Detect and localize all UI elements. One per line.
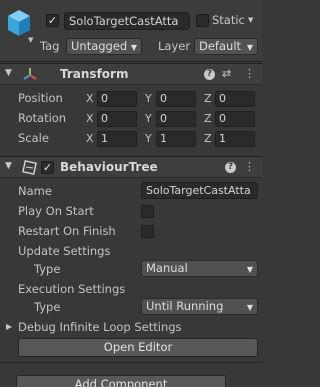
axis-y-label: Y — [145, 92, 152, 105]
help-icon[interactable]: ? — [204, 69, 215, 80]
foldout-arrow-icon[interactable]: ▼ — [5, 68, 12, 78]
axis-y-label: Y — [145, 132, 152, 145]
play-on-start-checkbox[interactable] — [141, 205, 154, 218]
help-icon[interactable]: ? — [225, 162, 236, 173]
script-icon — [22, 160, 37, 175]
more-options-icon[interactable]: ⋮ — [244, 67, 255, 80]
foldout-arrow-icon[interactable]: ▼ — [5, 161, 12, 171]
position-label: Position — [18, 91, 63, 105]
axis-y-label: Y — [145, 112, 152, 125]
axis-x-label: X — [86, 92, 94, 105]
execution-type-label: Type — [34, 300, 61, 314]
tag-label: Tag — [40, 39, 60, 53]
axis-z-label: Z — [204, 92, 212, 105]
behaviour-tree-enabled-checkbox[interactable]: ✓ — [41, 161, 54, 174]
chevron-down-icon: ▼ — [246, 303, 253, 312]
axis-z-label: Z — [204, 112, 212, 125]
layer-value: Default — [199, 39, 242, 53]
static-dropdown-caret-icon[interactable]: ▼ — [248, 16, 253, 24]
scale-z-field[interactable]: 1 — [215, 131, 255, 147]
static-label: Static — [212, 13, 245, 27]
update-settings-label: Update Settings — [18, 244, 111, 258]
restart-on-finish-checkbox[interactable] — [141, 225, 154, 238]
position-x-field[interactable]: 0 — [97, 91, 137, 107]
behaviour-tree-header[interactable]: ▼ ✓ BehaviourTree ? ⋮ — [0, 156, 262, 178]
scale-x-field[interactable]: 1 — [97, 131, 137, 147]
rotation-z-field[interactable]: 0 — [215, 111, 255, 127]
debug-foldout-arrow-icon[interactable]: ▶ — [6, 322, 12, 331]
update-type-value: Manual — [146, 261, 188, 275]
behaviour-tree-title: BehaviourTree — [60, 160, 158, 174]
active-checkbox[interactable]: ✓ — [46, 14, 59, 27]
tag-value: Untagged — [71, 39, 128, 53]
debug-infinite-loop-label[interactable]: Debug Infinite Loop Settings — [18, 320, 182, 334]
more-options-icon[interactable]: ⋮ — [244, 160, 255, 173]
axis-x-label: X — [86, 132, 94, 145]
execution-settings-label: Execution Settings — [18, 282, 126, 296]
execution-type-value: Until Running — [146, 299, 224, 313]
rotation-label: Rotation — [18, 111, 67, 125]
rotation-x-field[interactable]: 0 — [97, 111, 137, 127]
chevron-down-icon: ▼ — [130, 43, 137, 52]
axis-x-label: X — [86, 112, 94, 125]
presets-icon[interactable]: ⇄ — [222, 67, 231, 80]
update-type-dropdown[interactable]: Manual ▼ — [141, 260, 258, 277]
scale-label: Scale — [18, 131, 49, 145]
transform-title: Transform — [60, 67, 129, 81]
position-z-field[interactable]: 0 — [215, 91, 255, 107]
play-on-start-label: Play On Start — [18, 204, 94, 218]
axis-z-label: Z — [204, 132, 212, 145]
update-type-label: Type — [34, 262, 61, 276]
bt-name-field[interactable]: SoloTargetCastAtta — [141, 182, 258, 199]
gameobject-name-field[interactable]: SoloTargetCastAtta — [64, 12, 190, 30]
cube-icon[interactable] — [6, 8, 32, 38]
divider — [0, 362, 262, 363]
open-editor-button[interactable]: Open Editor — [18, 338, 258, 357]
icon-dropdown-caret-icon[interactable]: ▼ — [28, 36, 33, 44]
restart-on-finish-label: Restart On Finish — [18, 224, 116, 238]
static-checkbox[interactable] — [196, 14, 209, 27]
rotation-y-field[interactable]: 0 — [156, 111, 196, 127]
position-y-field[interactable]: 0 — [156, 91, 196, 107]
execution-type-dropdown[interactable]: Until Running ▼ — [141, 298, 258, 315]
chevron-down-icon: ▼ — [246, 43, 253, 52]
transform-axes-icon — [23, 68, 37, 80]
transform-header[interactable]: ▼ Transform ? ⇄ ⋮ — [0, 63, 262, 85]
add-component-button[interactable]: Add Component — [16, 375, 226, 387]
tag-dropdown[interactable]: Untagged ▼ — [66, 38, 142, 55]
gameobject-header: ▼ ✓ SoloTargetCastAtta Static ▼ Tag Unta… — [0, 0, 262, 62]
layer-label: Layer — [158, 39, 191, 53]
layer-dropdown[interactable]: Default ▼ — [194, 38, 258, 55]
chevron-down-icon: ▼ — [246, 265, 253, 274]
bt-name-label: Name — [18, 184, 52, 198]
scale-y-field[interactable]: 1 — [156, 131, 196, 147]
